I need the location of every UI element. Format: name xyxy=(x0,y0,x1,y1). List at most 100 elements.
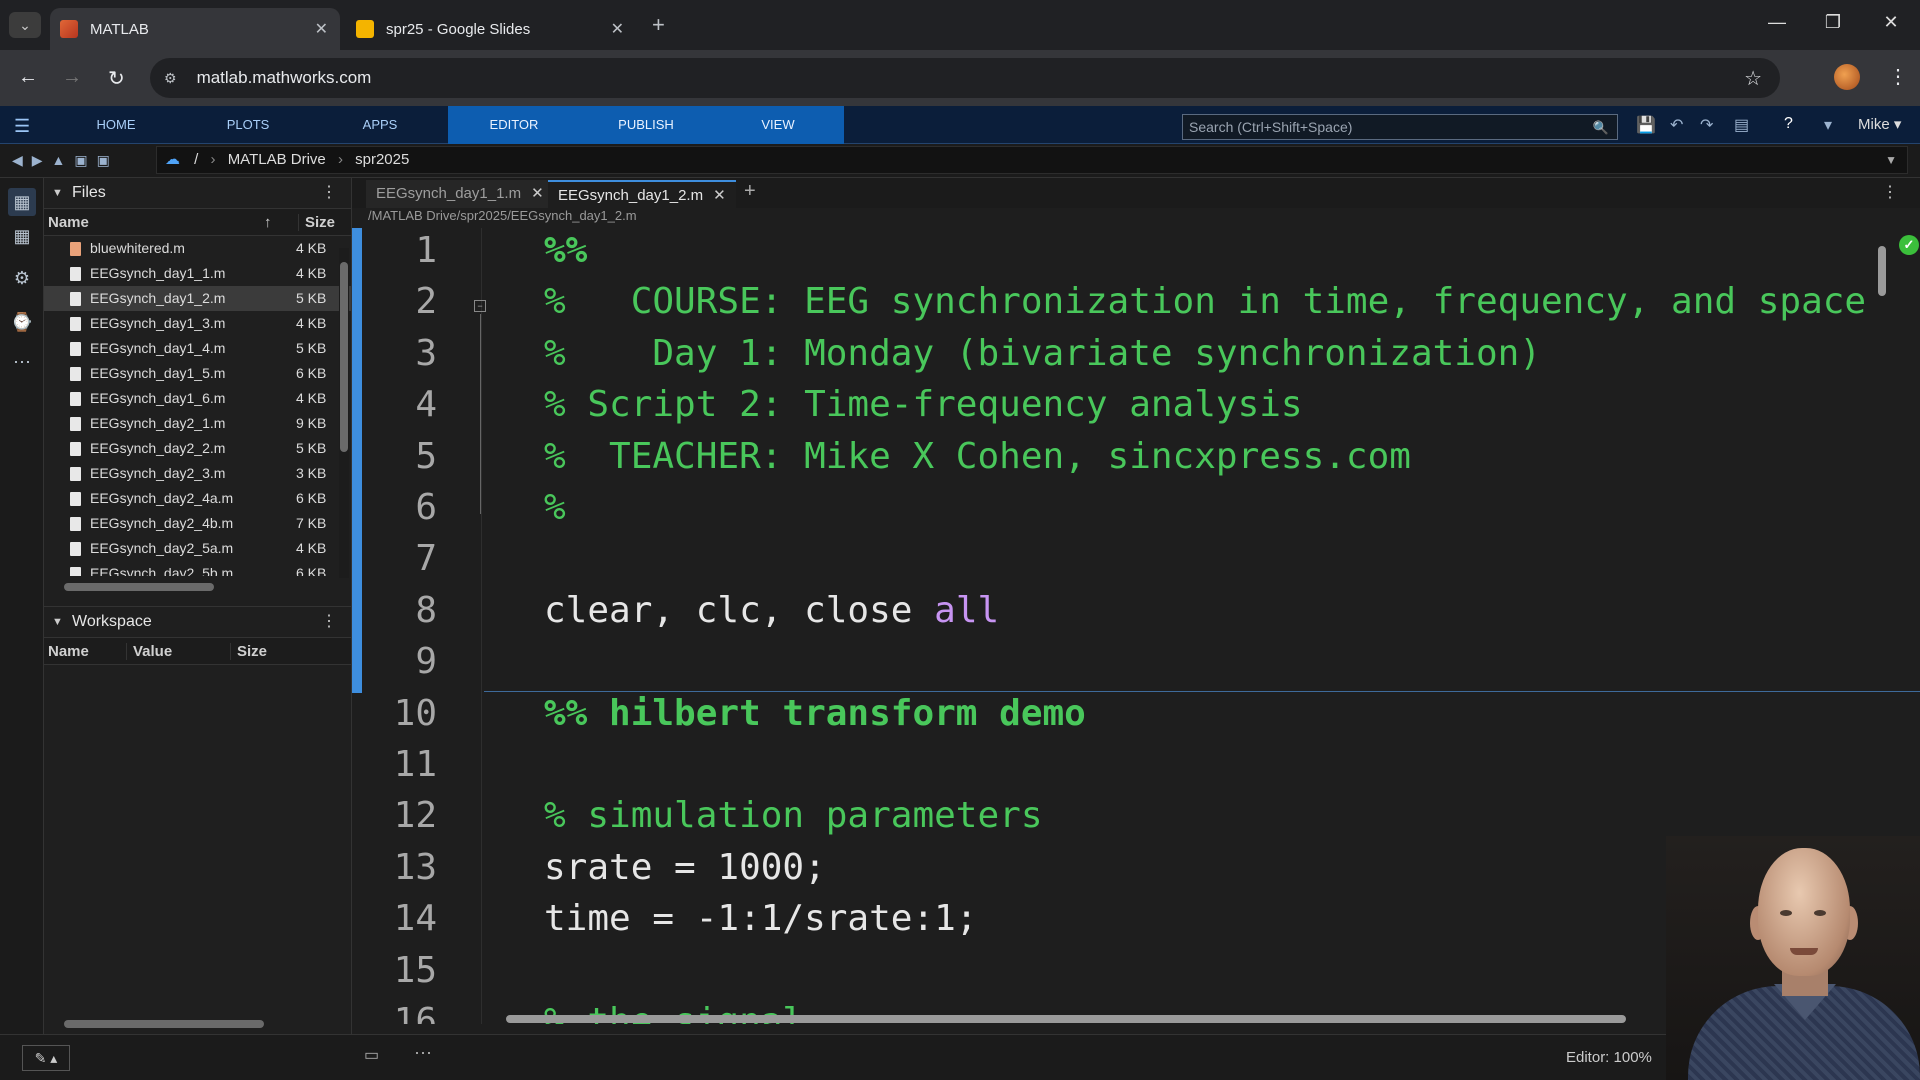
more-icon[interactable]: ⋯ xyxy=(8,348,36,376)
files-horizontal-scrollbar[interactable] xyxy=(50,582,340,592)
browser-tab-matlab[interactable]: MATLAB ✕ xyxy=(50,8,340,50)
file-row[interactable]: EEGsynch_day1_5.m 6 KB xyxy=(44,361,351,386)
save-icon[interactable]: 💾 xyxy=(1636,115,1656,135)
close-tab-icon[interactable]: ✕ xyxy=(611,19,624,39)
browser-tab-slides[interactable]: spr25 - Google Slides ✕ xyxy=(346,8,636,50)
fold-toggle-icon[interactable]: − xyxy=(474,300,486,312)
editor-horizontal-scrollbar[interactable] xyxy=(492,1014,1852,1024)
editor-menu-icon[interactable]: ⋮ xyxy=(1882,182,1898,202)
code-line[interactable]: %% xyxy=(544,230,587,271)
file-row[interactable]: EEGsynch_day2_3.m 3 KB xyxy=(44,461,351,486)
workspace-panel-icon[interactable]: ▦ xyxy=(8,222,36,250)
breadcrumb-spr2025[interactable]: spr2025 xyxy=(355,151,409,168)
add-ons-icon[interactable]: ⚙ xyxy=(8,264,36,292)
editor-tab-day1-1[interactable]: EEGsynch_day1_1.m ✕ xyxy=(366,180,554,208)
reload-icon[interactable]: ↻ xyxy=(108,66,125,91)
col-size[interactable]: Size xyxy=(230,643,267,660)
bookmark-star-icon[interactable]: ☆ xyxy=(1744,66,1762,91)
undo-icon[interactable]: ↶ xyxy=(1670,115,1683,135)
panel-menu-icon[interactable]: ⋮ xyxy=(321,178,337,208)
minimize-icon[interactable]: — xyxy=(1754,12,1800,33)
notifications-icon[interactable]: ▾ xyxy=(1824,115,1832,135)
col-size[interactable]: Size xyxy=(298,214,335,231)
file-row[interactable]: EEGsynch_day2_2.m 5 KB xyxy=(44,436,351,461)
history-icon[interactable]: ⌚ xyxy=(8,308,36,336)
browser-menu-icon[interactable]: ⋮ xyxy=(1888,64,1908,89)
files-panel-header[interactable]: ▼ Files ⋮ xyxy=(44,178,351,208)
user-menu[interactable]: Mike ▾ xyxy=(1858,115,1901,133)
scroll-thumb[interactable] xyxy=(1878,246,1886,296)
close-window-icon[interactable]: ✕ xyxy=(1868,12,1914,33)
files-vertical-scrollbar[interactable] xyxy=(339,248,349,578)
scroll-thumb[interactable] xyxy=(340,262,348,452)
col-name[interactable]: Name xyxy=(48,214,89,231)
tab-publish[interactable]: PUBLISH xyxy=(580,106,712,144)
scroll-thumb[interactable] xyxy=(506,1015,1626,1023)
breadcrumb-root[interactable]: / xyxy=(194,151,198,168)
tab-plots[interactable]: PLOTS xyxy=(208,106,288,144)
tab-apps[interactable]: APPS xyxy=(340,106,420,144)
site-info-icon[interactable]: ⚙ xyxy=(164,70,177,87)
new-editor-tab-button[interactable]: + xyxy=(744,180,756,203)
code-line[interactable]: % Day 1: Monday (bivariate synchronizati… xyxy=(544,333,1541,374)
file-row[interactable]: EEGsynch_day2_5a.m 4 KB xyxy=(44,536,351,561)
restore-icon[interactable]: ❐ xyxy=(1810,12,1856,33)
file-row[interactable]: EEGsynch_day1_6.m 4 KB xyxy=(44,386,351,411)
breadcrumb-matlab-drive[interactable]: MATLAB Drive xyxy=(228,151,326,168)
col-name[interactable]: Name xyxy=(48,643,89,660)
file-row[interactable]: EEGsynch_day2_4b.m 7 KB xyxy=(44,511,351,536)
file-row[interactable]: EEGsynch_day2_5b.m 6 KB xyxy=(44,561,351,576)
close-tab-icon[interactable]: ✕ xyxy=(531,185,544,202)
col-value[interactable]: Value xyxy=(126,643,172,660)
current-folder-path[interactable]: ☁ / › MATLAB Drive › spr2025 ▼ xyxy=(156,146,1908,174)
code-analyzer-ok-icon[interactable]: ✓ xyxy=(1899,235,1919,255)
tools-button[interactable]: ✎ ▴ xyxy=(22,1045,70,1071)
sort-ascending-icon[interactable]: ↑ xyxy=(264,214,272,231)
scroll-thumb[interactable] xyxy=(64,583,214,591)
code-line[interactable]: % Script 2: Time-frequency analysis xyxy=(544,384,1303,425)
matlab-search-input[interactable]: Search (Ctrl+Shift+Space) 🔍 xyxy=(1182,114,1618,140)
close-tab-icon[interactable]: ✕ xyxy=(315,19,328,39)
file-row[interactable]: EEGsynch_day2_4a.m 6 KB xyxy=(44,486,351,511)
more-icon[interactable]: ⋯ xyxy=(414,1043,432,1064)
file-row[interactable]: bluewhitered.m 4 KB xyxy=(44,236,351,261)
collapse-caret-icon[interactable]: ▼ xyxy=(52,607,63,637)
forward-icon[interactable]: → xyxy=(62,66,82,89)
code-line[interactable]: time = -1:1/srate:1; xyxy=(544,898,977,939)
redo-icon[interactable]: ↷ xyxy=(1700,115,1713,135)
code-line[interactable]: % TEACHER: Mike X Cohen, sincxpress.com xyxy=(544,436,1411,477)
search-icon[interactable]: 🔍 xyxy=(1593,116,1609,140)
file-row[interactable]: EEGsynch_day1_1.m 4 KB xyxy=(44,261,351,286)
layout-icon[interactable]: ▤ xyxy=(1734,115,1749,135)
tab-editor[interactable]: EDITOR xyxy=(448,106,580,144)
workspace-horizontal-scrollbar[interactable] xyxy=(50,1019,340,1029)
new-tab-button[interactable]: + xyxy=(652,12,665,38)
code-line[interactable]: % xyxy=(544,487,566,528)
code-line[interactable]: %% hilbert transform demo xyxy=(544,693,1086,734)
file-row[interactable]: EEGsynch_day2_1.m 9 KB xyxy=(44,411,351,436)
editor-tab-day1-2[interactable]: EEGsynch_day1_2.m ✕ xyxy=(548,180,736,208)
close-tab-icon[interactable]: ✕ xyxy=(713,187,726,204)
file-row[interactable]: EEGsynch_day1_4.m 5 KB xyxy=(44,336,351,361)
files-panel-icon[interactable]: ▦ xyxy=(8,188,36,216)
command-window-icon[interactable]: ▭ xyxy=(364,1045,379,1065)
url-text[interactable]: matlab.mathworks.com xyxy=(197,68,372,88)
code-line[interactable]: srate = 1000; xyxy=(544,847,826,888)
hamburger-menu-icon[interactable]: ☰ xyxy=(14,116,30,137)
back-icon[interactable]: ← xyxy=(18,66,38,89)
tab-view[interactable]: VIEW xyxy=(712,106,844,144)
scroll-thumb[interactable] xyxy=(64,1020,264,1028)
code-line[interactable]: % COURSE: EEG synchronization in time, f… xyxy=(544,281,1866,322)
help-icon[interactable]: ? xyxy=(1784,115,1793,133)
file-row[interactable]: EEGsynch_day1_2.m 5 KB xyxy=(44,286,351,311)
file-row[interactable]: EEGsynch_day1_3.m 4 KB xyxy=(44,311,351,336)
code-line[interactable]: clear, clc, close all xyxy=(544,590,999,631)
collapse-caret-icon[interactable]: ▼ xyxy=(52,178,63,208)
chevron-down-icon[interactable]: ▼ xyxy=(1885,147,1897,173)
panel-menu-icon[interactable]: ⋮ xyxy=(321,607,337,637)
tab-search-button[interactable]: ⌄ xyxy=(9,12,41,38)
tab-home[interactable]: HOME xyxy=(76,106,156,144)
code-line[interactable]: % simulation parameters xyxy=(544,795,1043,836)
folder-nav-icons[interactable]: ◀▶▲▣▣ xyxy=(12,152,119,169)
workspace-panel-header[interactable]: ▼ Workspace ⋮ xyxy=(44,607,351,637)
